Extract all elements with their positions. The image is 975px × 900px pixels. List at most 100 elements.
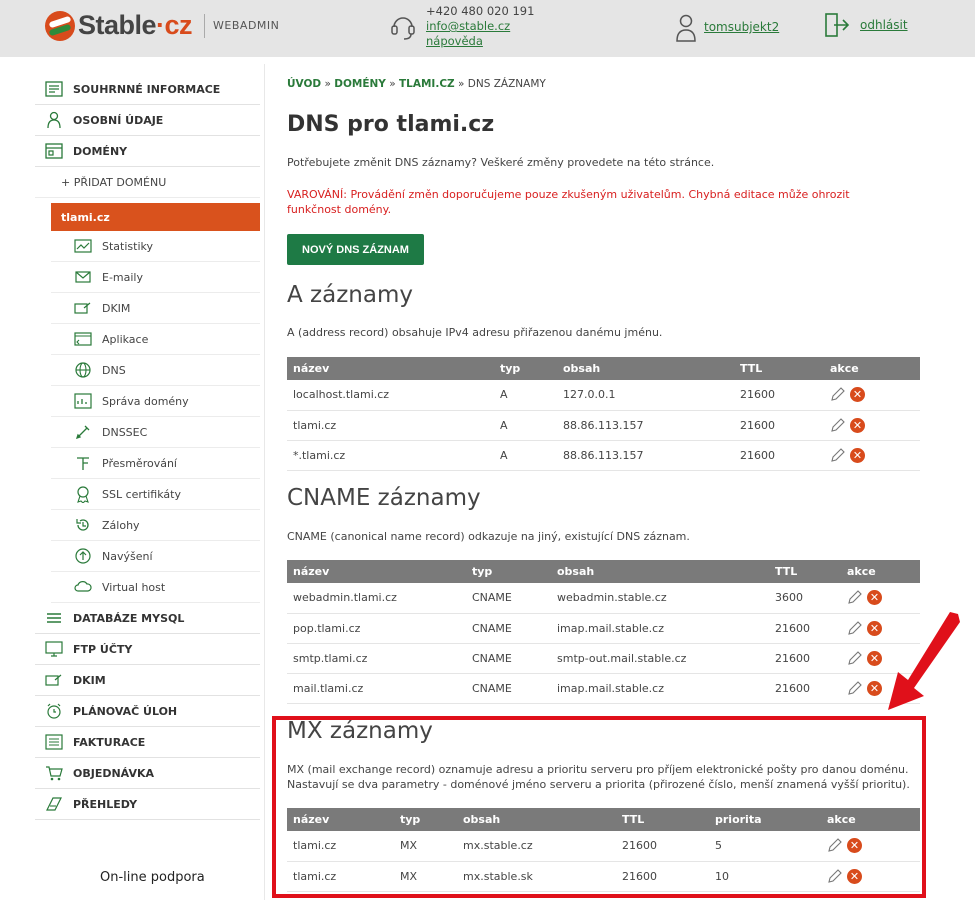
logo-divider [204, 13, 206, 38]
sidebar-item-overview[interactable]: PŘEHLEDY [35, 789, 260, 820]
sidebar-sub-dns[interactable]: DNS [51, 355, 260, 386]
sidebar-item-scheduler[interactable]: PLÁNOVAČ ÚLOH [35, 696, 260, 727]
table-header-row: název typ obsah TTL akce [287, 357, 920, 380]
col-type: typ [494, 357, 557, 380]
edit-pencil-icon[interactable] [847, 590, 862, 605]
edit-pencil-icon[interactable] [830, 447, 845, 463]
alarm-icon [43, 702, 65, 720]
delete-icon[interactable]: ✕ [850, 417, 865, 433]
col-ttl: TTL [769, 560, 841, 583]
sidebar-item-ftp[interactable]: FTP ÚČTY [35, 634, 260, 665]
col-name: název [287, 357, 494, 380]
col-actions: akce [841, 560, 920, 583]
cell-content: imap.mail.stable.cz [551, 673, 769, 704]
sidebar-sub-virtual-host[interactable]: Virtual host [51, 572, 260, 603]
breadcrumb: ÚVOD » DOMÉNY » TLAMI.CZ » DNS ZÁZNAMY [287, 78, 546, 90]
add-domain-link[interactable]: + PŘIDAT DOMÉNU [35, 167, 260, 198]
sidebar-item-domains[interactable]: DOMÉNY [35, 136, 260, 167]
overview-icon [43, 795, 65, 813]
cell-type: CNAME [466, 673, 551, 704]
sidebar-item-dkim[interactable]: DKIM [35, 665, 260, 696]
breadcrumb-domains[interactable]: DOMÉNY [334, 78, 386, 90]
logout-icon[interactable] [824, 12, 852, 38]
cell-type: A [494, 410, 557, 441]
cell-ttl: 21600 [734, 380, 824, 411]
sidebar-sub-backup[interactable]: Zálohy [51, 510, 260, 541]
sidebar-sub-dnssec[interactable]: DNSSEC [51, 417, 260, 448]
database-icon [43, 609, 65, 627]
sidebar-sub-redirect[interactable]: Přesměrování [51, 448, 260, 479]
cart-icon [43, 764, 65, 782]
cname-records-table: název typ obsah TTL akce webadmin.tlami.… [287, 560, 920, 704]
col-content: obsah [557, 357, 734, 380]
sidebar-divider [264, 64, 265, 900]
sidebar-item-invoices[interactable]: FAKTURACE [35, 727, 260, 758]
sidebar-sub-domain-manage[interactable]: Správa domény [51, 386, 260, 417]
warning-text: VAROVÁNÍ: Provádění změn doporučujeme po… [287, 188, 850, 216]
a-records-title: A záznamy [287, 282, 413, 308]
breadcrumb-domain[interactable]: TLAMI.CZ [399, 78, 455, 90]
intro-text: Potřebujete změnit DNS záznamy? Veškeré … [287, 156, 715, 169]
cell-content: webadmin.stable.cz [551, 583, 769, 614]
edit-pencil-icon[interactable] [847, 620, 862, 636]
sidebar-sub-ssl[interactable]: SSL certifikáty [51, 479, 260, 510]
edit-pencil-icon[interactable] [830, 417, 845, 433]
ftp-icon [43, 640, 65, 658]
person-icon [43, 111, 65, 129]
new-dns-record-button[interactable]: NOVÝ DNS ZÁZNAM [287, 234, 424, 265]
col-content: obsah [551, 560, 769, 583]
help-link[interactable]: nápověda [426, 34, 483, 48]
table-header-row: název typ obsah TTL akce [287, 560, 920, 583]
cell-type: A [494, 440, 557, 471]
logout-link[interactable]: odhlásit [860, 18, 908, 32]
cell-name: pop.tlami.cz [287, 613, 466, 644]
delete-icon[interactable]: ✕ [850, 387, 865, 403]
sidebar-item-personal[interactable]: OSOBNÍ ÚDAJE [35, 105, 260, 136]
dkim-icon [73, 299, 93, 317]
table-row: mail.tlami.cz CNAME imap.mail.stable.cz … [287, 673, 920, 704]
domain-manage-icon [73, 392, 93, 410]
edit-pencil-icon[interactable] [847, 680, 862, 696]
sidebar-sub-statistics[interactable]: Statistiky [51, 231, 260, 262]
logo[interactable]: Stable·cz WEBADMIN [45, 10, 279, 41]
dkim-icon [43, 671, 65, 689]
sidebar-item-summary[interactable]: SOUHRNNÉ INFORMACE [35, 74, 260, 105]
email-link[interactable]: info@stable.cz [426, 19, 510, 33]
stable-logo-icon [45, 10, 75, 41]
online-support-link[interactable]: On-line podpora [100, 870, 205, 885]
stats-icon [73, 237, 93, 255]
a-records-desc: A (address record) obsahuje IPv4 adresu … [287, 326, 663, 339]
sidebar-item-mysql[interactable]: DATABÁZE MYSQL [35, 603, 260, 634]
username-link[interactable]: tomsubjekt2 [704, 20, 779, 34]
sidebar-item-order[interactable]: OBJEDNÁVKA [35, 758, 260, 789]
cell-ttl: 21600 [769, 643, 841, 674]
edit-pencil-icon[interactable] [847, 650, 862, 666]
edit-pencil-icon[interactable] [830, 387, 845, 402]
a-records-table: název typ obsah TTL akce localhost.tlami… [287, 357, 920, 471]
table-row: smtp.tlami.cz CNAME smtp-out.mail.stable… [287, 643, 920, 674]
summary-icon [43, 80, 65, 98]
globe-icon [73, 361, 93, 379]
sidebar-sub-emails[interactable]: E-maily [51, 262, 260, 293]
cell-actions: ✕ [841, 583, 920, 614]
cname-records-desc: CNAME (canonical name record) odkazuje n… [287, 530, 690, 543]
backup-icon [73, 516, 93, 534]
delete-icon[interactable]: ✕ [850, 447, 865, 463]
breadcrumb-current: DNS ZÁZNAMY [467, 78, 546, 90]
breadcrumb-home[interactable]: ÚVOD [287, 78, 321, 90]
cell-type: CNAME [466, 613, 551, 644]
cell-content: imap.mail.stable.cz [551, 613, 769, 644]
delete-icon[interactable]: ✕ [867, 590, 882, 606]
cell-name: mail.tlami.cz [287, 673, 466, 704]
user-icon [676, 14, 696, 42]
cell-name: *.tlami.cz [287, 440, 494, 471]
table-row: webadmin.tlami.cz CNAME webadmin.stable.… [287, 583, 920, 614]
ssl-icon [73, 485, 93, 503]
cname-records-title: CNAME záznamy [287, 485, 481, 511]
sidebar-sub-apps[interactable]: Aplikace [51, 324, 260, 355]
sidebar-active-domain[interactable]: tlami.cz [51, 203, 260, 231]
logo-subtitle: WEBADMIN [213, 19, 280, 32]
cell-ttl: 21600 [734, 410, 824, 441]
sidebar-sub-upgrade[interactable]: Navýšení [51, 541, 260, 572]
sidebar-sub-dkim[interactable]: DKIM [51, 293, 260, 324]
